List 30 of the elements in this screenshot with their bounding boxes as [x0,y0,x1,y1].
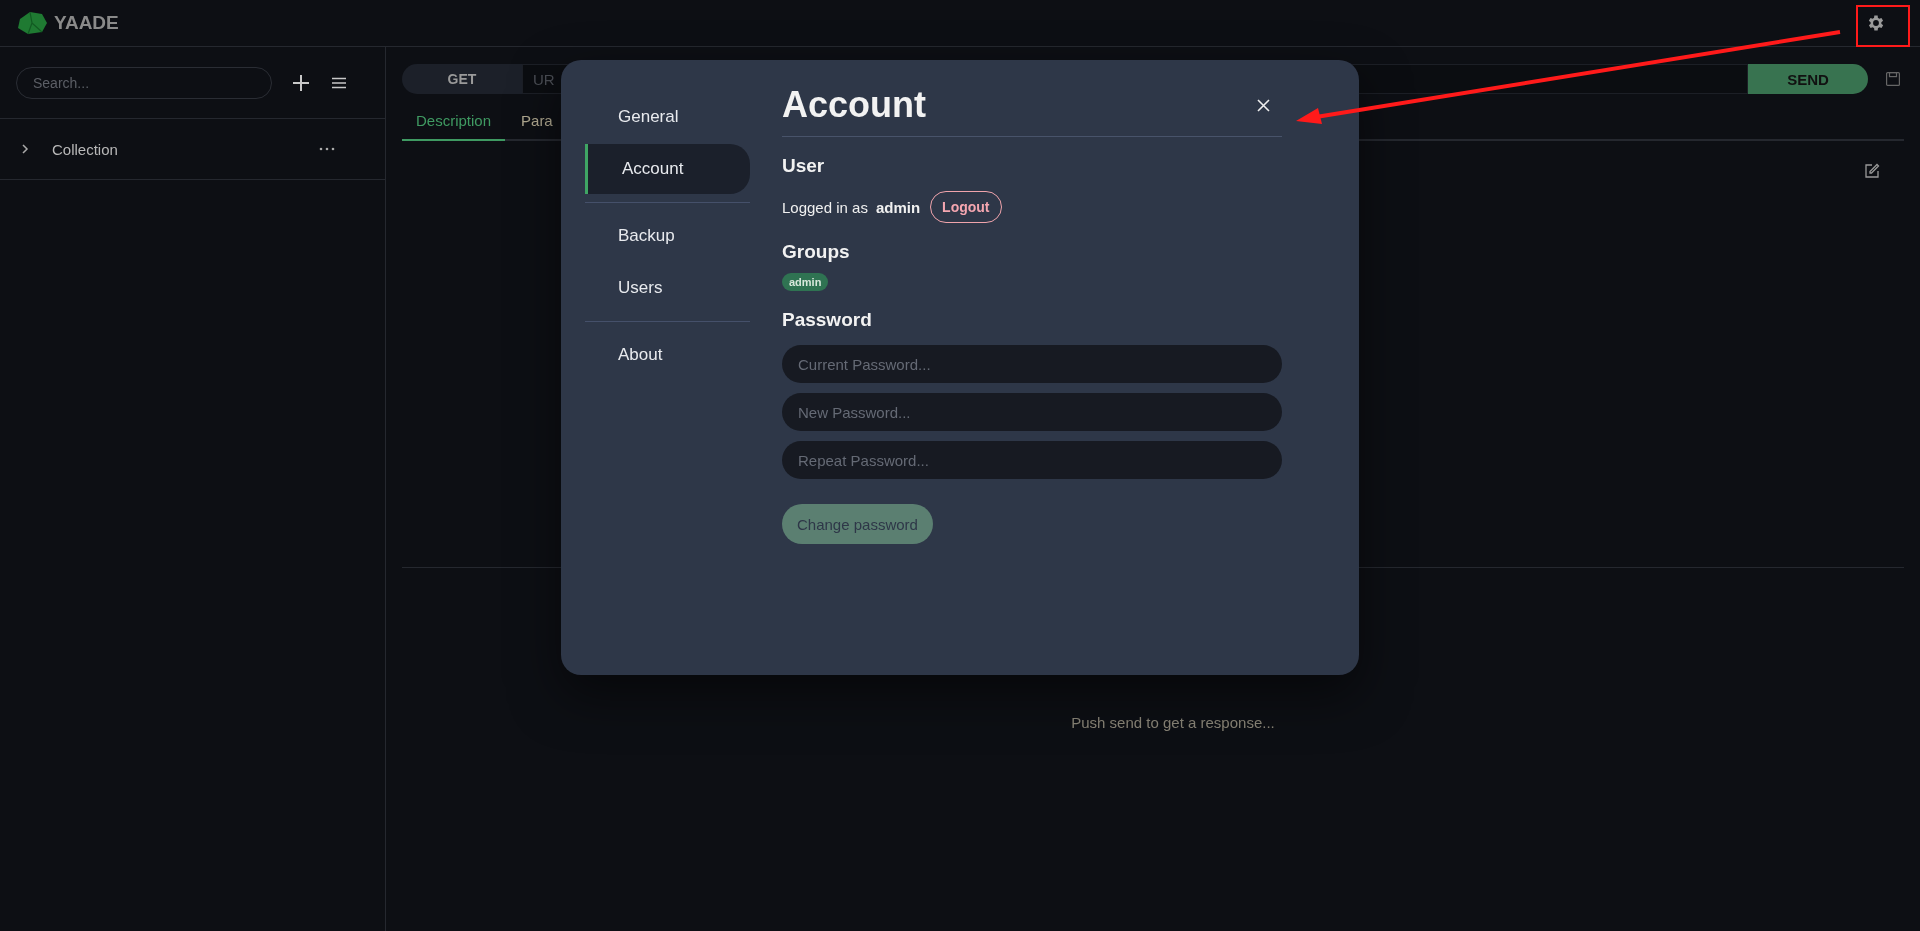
group-tag: admin [782,273,829,291]
dialog-title: Account [782,84,926,126]
save-icon[interactable] [1886,72,1900,86]
section-heading: Groups [782,241,851,263]
edit-icon[interactable] [1864,163,1880,179]
password-field[interactable]: Repeat Password... [782,441,1282,479]
password-field[interactable]: New Password... [782,393,1282,431]
password-field[interactable]: Current Password... [782,345,1282,383]
highlight-frame [1856,5,1910,47]
settings-nav-item[interactable]: About [585,330,750,380]
settings-nav-item[interactable]: Account [585,144,750,194]
section-heading: User [782,155,826,177]
empty-response-message: Push send to get a response... [1071,714,1275,731]
leaf-logo-icon [16,11,48,35]
request-tab[interactable]: Description [402,102,506,141]
search-field[interactable]: Search... [16,66,272,99]
app-name: YAADE [54,12,119,34]
settings-icon[interactable] [1866,13,1886,33]
logged-in-label: Logged in as [782,198,868,216]
settings-nav-item[interactable]: General [585,92,750,142]
method-selector[interactable]: GET [402,64,522,94]
collection-name[interactable]: Collection [52,140,297,158]
more-icon[interactable] [319,147,335,151]
settings-nav-item[interactable]: Users [585,263,750,313]
username: admin [875,198,921,216]
close-icon[interactable] [1255,96,1272,114]
settings-nav-item[interactable]: Backup [585,211,750,261]
section-heading: Password [782,309,873,331]
request-tab[interactable]: Para [505,102,553,141]
chevron-icon[interactable] [20,143,30,155]
